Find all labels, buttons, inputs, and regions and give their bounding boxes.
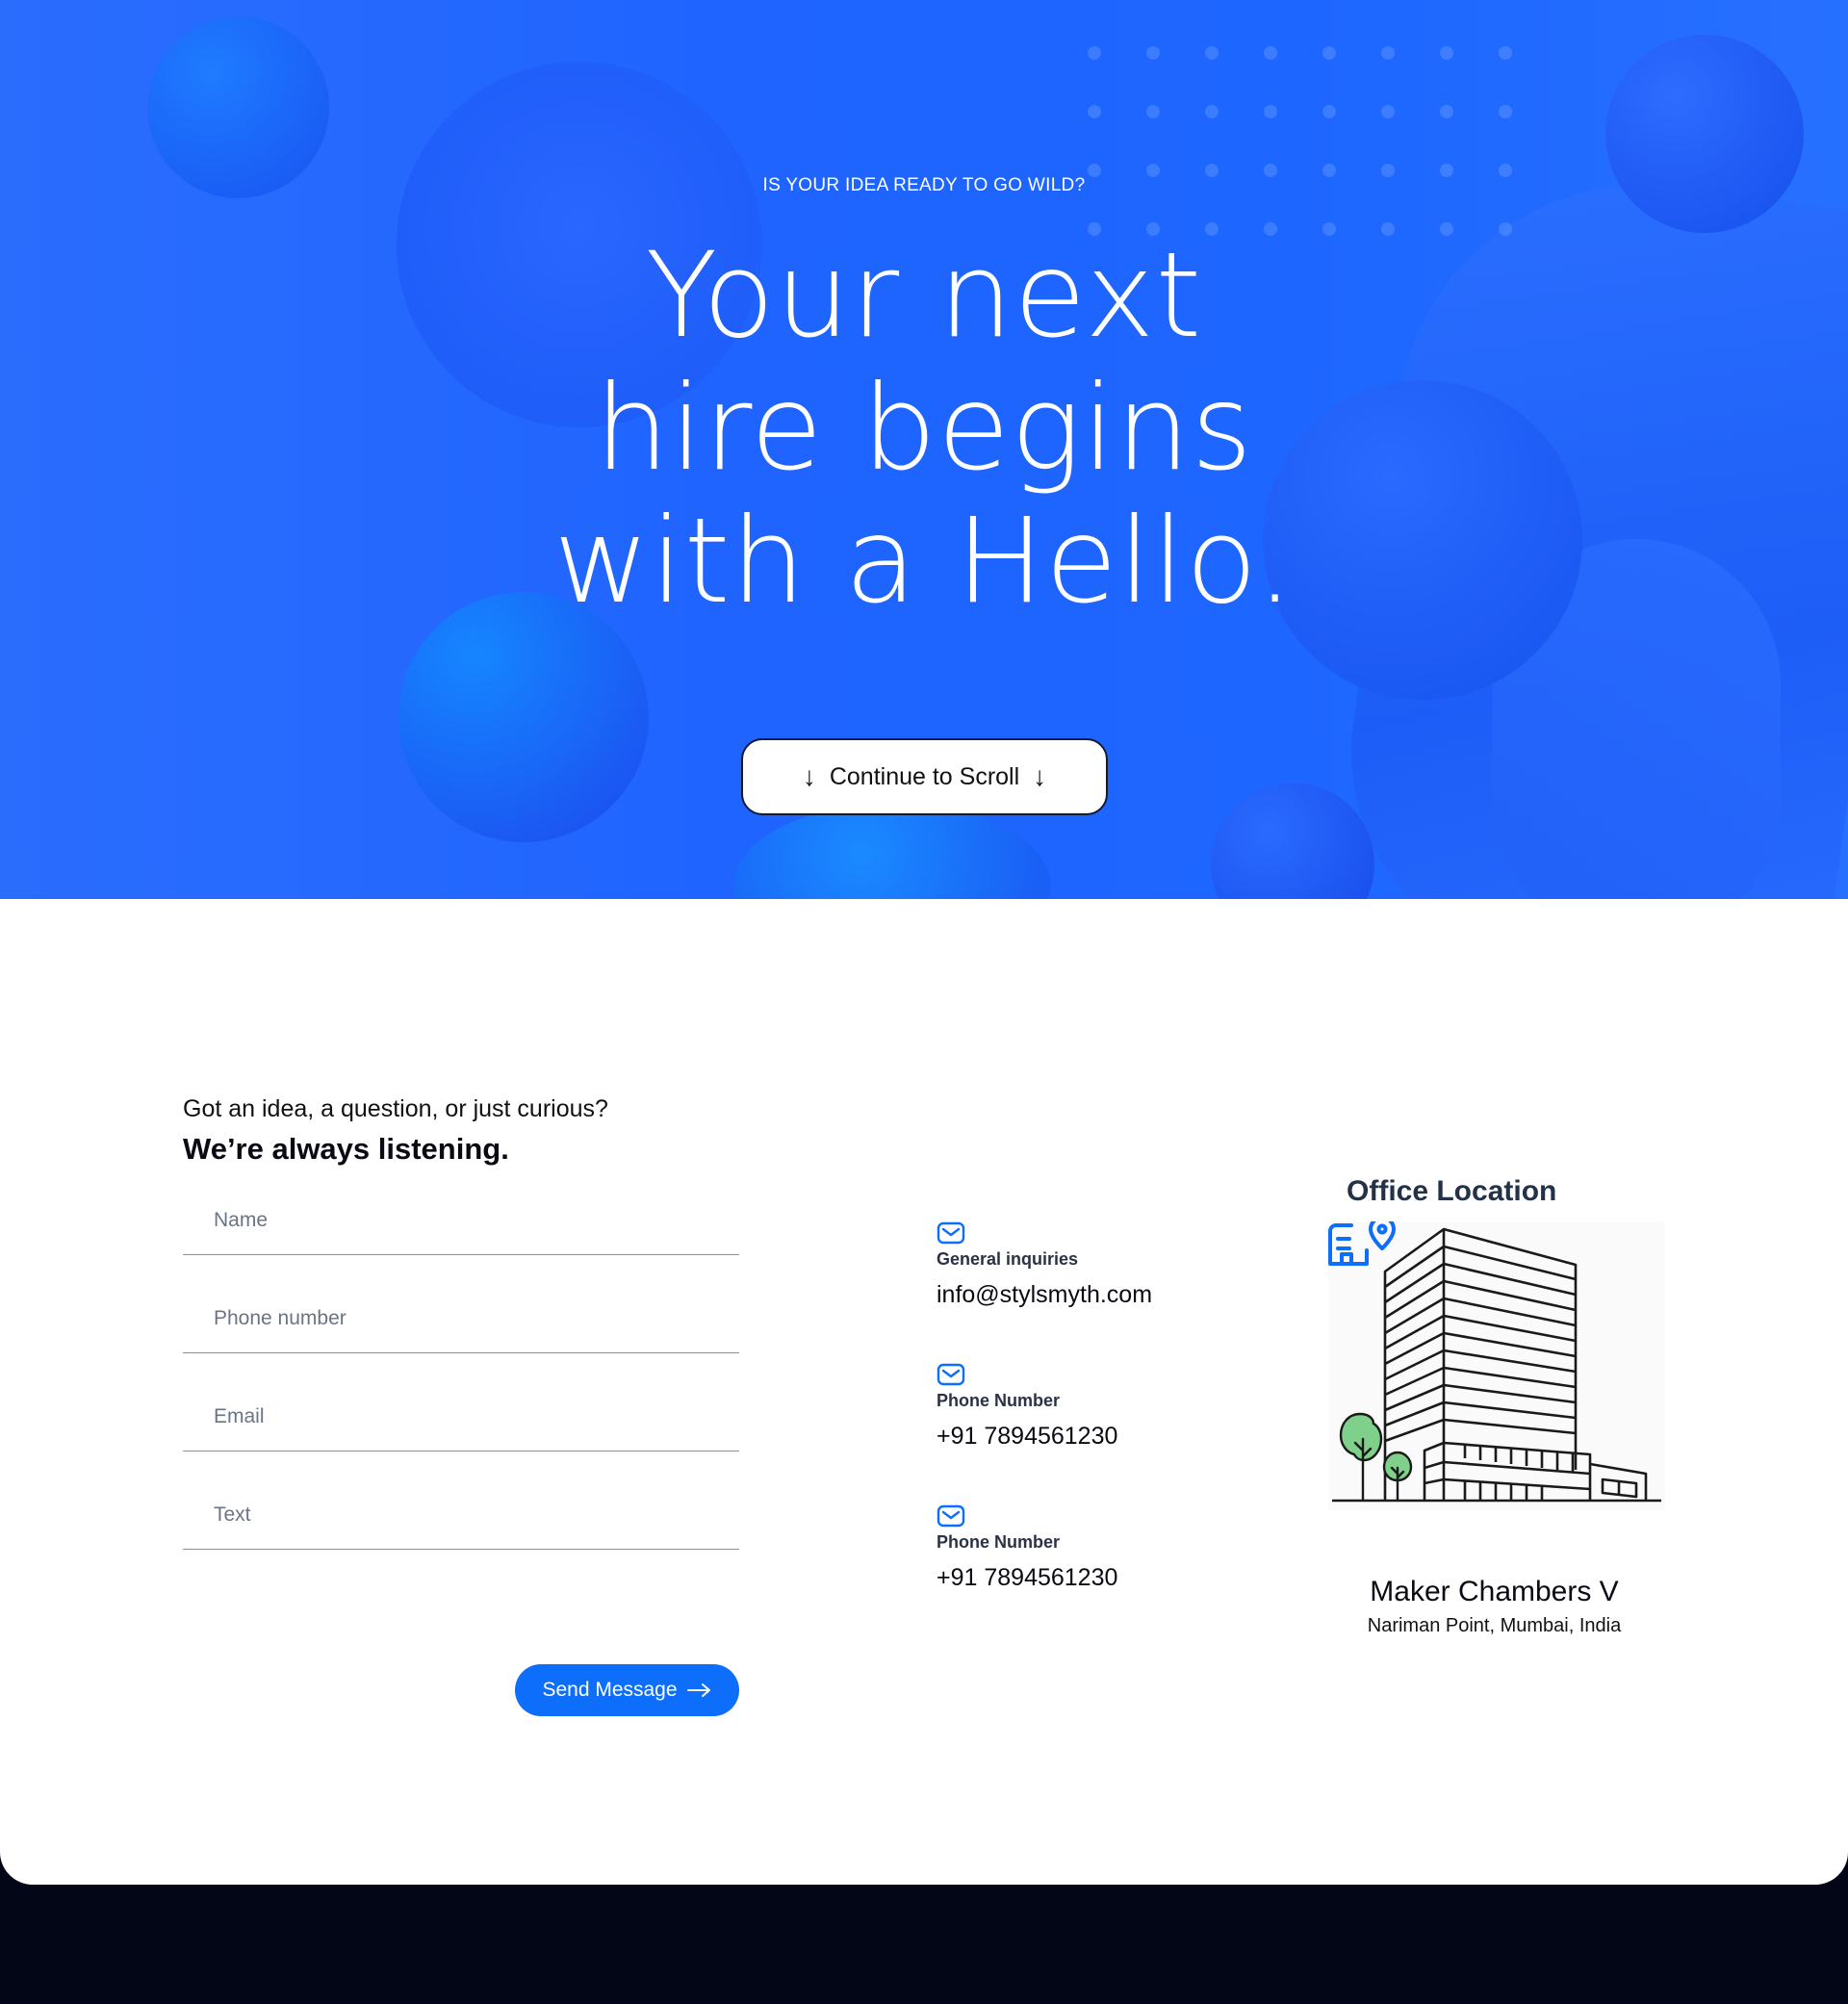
name-input[interactable]: [214, 1209, 714, 1232]
email-input[interactable]: [214, 1405, 714, 1428]
arrow-right-icon: [686, 1683, 710, 1697]
info-item-general: General inquiries info@stylsmyth.com: [937, 1220, 1152, 1309]
info-item-phone: Phone Number +91 7894561230: [937, 1503, 1117, 1592]
hero-section: IS YOUR IDEA READY TO GO WILD? Your next…: [0, 0, 1848, 899]
headline-line: Your next: [645, 227, 1203, 364]
info-label: General inquiries: [937, 1249, 1079, 1269]
contact-tagline: We’re always listening.: [183, 1132, 509, 1166]
text-field: [183, 1484, 739, 1550]
name-field: [183, 1190, 739, 1255]
office-name: Maker Chambers V: [1370, 1576, 1619, 1607]
office-address: Nariman Point, Mumbai, India: [1367, 1615, 1622, 1636]
contact-intro: Got an idea, a question, or just curious…: [183, 1095, 608, 1122]
info-item-phone: Phone Number +91 7894561230: [937, 1362, 1117, 1451]
text-input[interactable]: [214, 1503, 714, 1527]
send-message-label: Send Message: [542, 1679, 678, 1701]
hero-eyebrow: IS YOUR IDEA READY TO GO WILD?: [762, 175, 1086, 195]
continue-scroll-label: Continue to Scroll: [829, 762, 1020, 790]
headline-line: hire begins: [594, 360, 1254, 497]
phone-input[interactable]: [214, 1307, 714, 1330]
contact-section: Got an idea, a question, or just curious…: [0, 899, 1848, 1885]
headline-line: with a Hello.: [552, 493, 1296, 629]
info-phone-link[interactable]: +91 7894561230: [937, 1564, 1117, 1592]
hero-headline: Your next hire begins with a Hello.: [0, 229, 1848, 628]
info-email-link[interactable]: info@stylsmyth.com: [937, 1281, 1152, 1309]
phone-field: [183, 1288, 739, 1353]
email-field: [183, 1386, 739, 1452]
arrow-down-icon: ↓: [1033, 761, 1047, 791]
info-label: Phone Number: [937, 1391, 1061, 1410]
info-phone-link[interactable]: +91 7894561230: [937, 1423, 1117, 1451]
send-message-button[interactable]: Send Message: [515, 1664, 739, 1716]
mail-icon: [937, 1363, 965, 1386]
continue-scroll-button[interactable]: ↓ Continue to Scroll ↓: [741, 738, 1108, 815]
mail-icon: [937, 1504, 965, 1528]
mail-icon: [937, 1221, 965, 1245]
arrow-down-icon: ↓: [802, 761, 816, 791]
office-location-title: Office Location: [1347, 1175, 1557, 1207]
info-label: Phone Number: [937, 1532, 1061, 1552]
office-building-illustration: [1328, 1221, 1665, 1510]
